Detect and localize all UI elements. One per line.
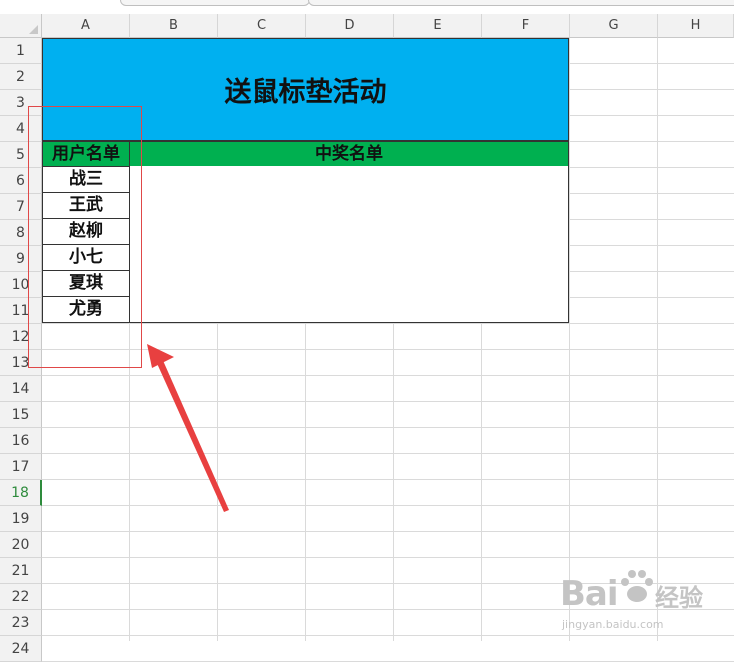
watermark-suffix-text: 经验	[655, 584, 703, 612]
annotation-arrow	[147, 344, 229, 512]
watermark-url: jingyan.baidu.com	[562, 618, 664, 631]
paw-icon	[621, 570, 653, 602]
watermark-logo-text: Bai	[560, 574, 619, 614]
watermark: Bai 经验 jingyan.baidu.com	[560, 566, 730, 636]
arrow-shaft	[155, 356, 229, 512]
spreadsheet: ABCDEFGH 1 2 3 4 5 6 7 8 9 10 11 12 13 14 15 16 17 18 19 20…	[0, 0, 734, 662]
